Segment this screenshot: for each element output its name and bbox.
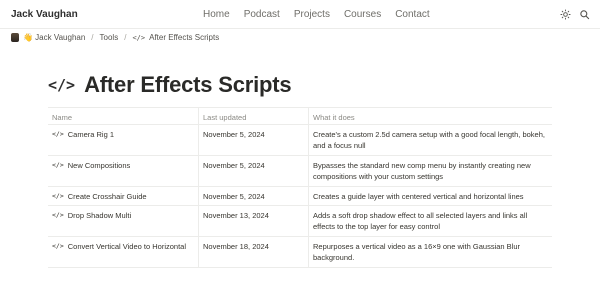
row-name-cell: </> Camera Rig 1	[48, 125, 199, 155]
avatar-icon	[11, 33, 19, 42]
scripts-table: Name Last updated What it does </> Camer…	[48, 107, 552, 268]
row-name[interactable]: Convert Vertical Video to Horizontal	[68, 241, 186, 252]
row-description: Creates a guide layer with centered vert…	[313, 192, 524, 201]
row-name-cell: </> Convert Vertical Video to Horizontal	[48, 237, 199, 267]
row-updated: November 18, 2024	[199, 237, 309, 267]
code-icon: </>	[52, 242, 64, 250]
row-name[interactable]: Drop Shadow Multi	[68, 210, 131, 221]
row-name[interactable]: Create Crosshair Guide	[68, 191, 147, 202]
column-header-last-updated[interactable]: Last updated	[199, 108, 309, 124]
row-updated: November 5, 2024	[199, 125, 309, 155]
page-title: After Effects Scripts	[84, 72, 292, 97]
breadcrumb-separator: /	[91, 33, 94, 42]
nav-contact[interactable]: Contact	[395, 9, 429, 20]
nav-projects[interactable]: Projects	[294, 9, 330, 20]
search-icon[interactable]	[578, 8, 591, 21]
code-icon: </>	[52, 211, 64, 219]
table-row[interactable]: </> New Compositions November 5, 2024 By…	[48, 156, 552, 187]
theme-toggle-icon[interactable]	[559, 8, 572, 21]
row-updated: November 5, 2024	[199, 156, 309, 186]
nav-courses[interactable]: Courses	[344, 9, 381, 20]
nav-home[interactable]: Home	[203, 9, 230, 20]
breadcrumb: 👋 Jack Vaughan / Tools / </> After Effec…	[11, 33, 219, 42]
row-name-cell: </> New Compositions	[48, 156, 199, 186]
code-icon: </>	[132, 33, 146, 42]
nav-podcast[interactable]: Podcast	[244, 9, 280, 20]
page-header: </> After Effects Scripts	[48, 72, 292, 98]
table-row[interactable]: </> Create Crosshair Guide November 5, 2…	[48, 187, 552, 206]
row-name[interactable]: Camera Rig 1	[68, 129, 114, 140]
code-icon: </>	[52, 192, 64, 200]
column-header-name[interactable]: Name	[48, 108, 199, 124]
row-description: Create's a custom 2.5d camera setup with…	[313, 130, 545, 150]
row-updated: November 13, 2024	[199, 206, 309, 236]
breadcrumb-current: After Effects Scripts	[149, 33, 220, 42]
table-row[interactable]: </> Drop Shadow Multi November 13, 2024 …	[48, 206, 552, 237]
row-description: Bypasses the standard new comp menu by i…	[313, 161, 531, 181]
table-row[interactable]: </> Camera Rig 1 November 5, 2024 Create…	[48, 125, 552, 156]
top-nav-bar: Jack Vaughan Home Podcast Projects Cours…	[0, 0, 600, 29]
site-name-link[interactable]: Jack Vaughan	[11, 9, 78, 20]
row-name[interactable]: New Compositions	[68, 160, 131, 171]
row-name-cell: </> Drop Shadow Multi	[48, 206, 199, 236]
row-updated: November 5, 2024	[199, 187, 309, 205]
breadcrumb-separator: /	[124, 33, 127, 42]
breadcrumb-home[interactable]: 👋 Jack Vaughan	[23, 33, 85, 42]
code-icon: </>	[52, 130, 64, 138]
breadcrumb-tools[interactable]: Tools	[100, 33, 119, 42]
row-name-cell: </> Create Crosshair Guide	[48, 187, 199, 205]
table-row[interactable]: </> Convert Vertical Video to Horizontal…	[48, 237, 552, 268]
main-nav: Home Podcast Projects Courses Contact	[203, 9, 430, 20]
row-description: Adds a soft drop shadow effect to all se…	[313, 211, 528, 231]
code-icon: </>	[48, 76, 76, 94]
row-description: Repurposes a vertical video as a 16×9 on…	[313, 242, 520, 262]
table-header-row: Name Last updated What it does	[48, 108, 552, 125]
code-icon: </>	[52, 161, 64, 169]
column-header-what-it-does[interactable]: What it does	[309, 108, 552, 124]
